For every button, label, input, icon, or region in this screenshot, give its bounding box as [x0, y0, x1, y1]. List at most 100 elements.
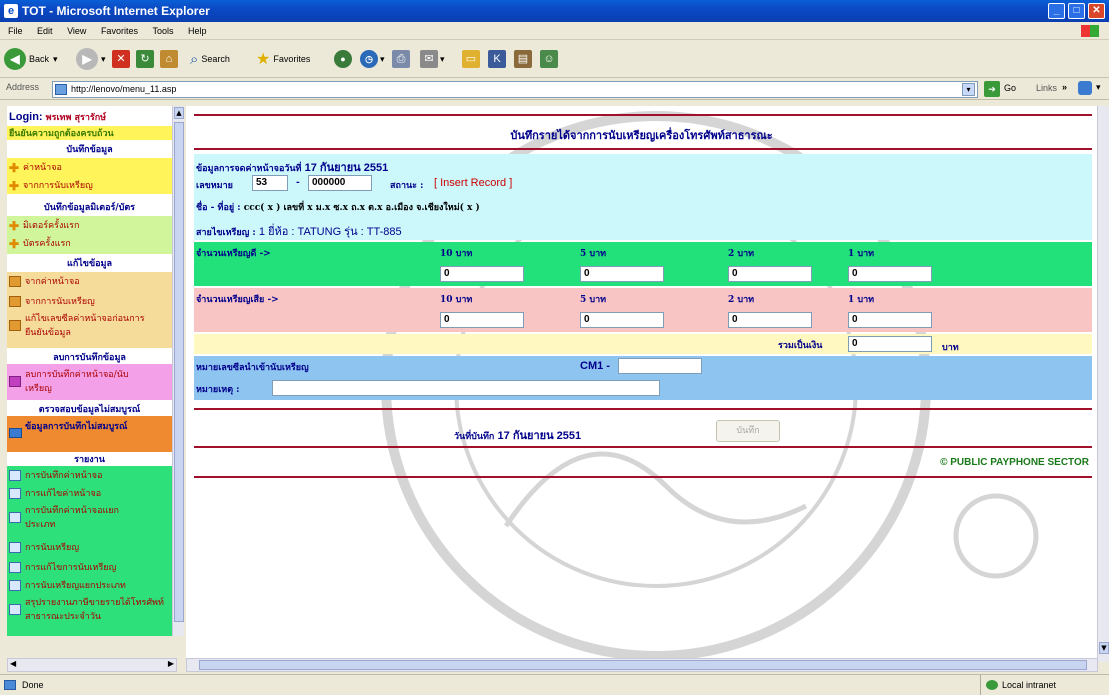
links-button[interactable]: Links [1036, 83, 1057, 93]
report-item-screen[interactable]: การบันทึกค่าหน้าจอ [7, 468, 172, 484]
zone-text: Local intranet [1002, 680, 1057, 690]
denom-5: 5 บาท [580, 249, 607, 259]
scroll-left-icon[interactable]: ◀ [10, 659, 16, 668]
menu-tools[interactable]: Tools [152, 26, 173, 36]
refresh-button[interactable]: ↻ [136, 46, 154, 72]
addon-icon[interactable] [1078, 81, 1092, 95]
printer-icon: ⎙ [392, 50, 410, 68]
sidebar-item-incomplete[interactable]: ข้อมูลการบันทึกไม่สมบูรณ์ [7, 416, 172, 452]
stop-icon: ✕ [112, 50, 130, 68]
folder-icon [9, 428, 22, 438]
search-button[interactable]: ⌕ Search [190, 46, 230, 72]
report-item-screen-type[interactable]: การบันทึกค่าหน้าจอแยกประเภท [7, 504, 137, 536]
sidebar-item-first-meter[interactable]: ✚ มิเตอร์ครั้งแรก [7, 218, 172, 234]
scroll-down-icon[interactable]: ▼ [1099, 642, 1109, 654]
plus-icon: ✚ [9, 237, 20, 251]
section-title-delete: ลบการบันทึกข้อมูล [53, 353, 126, 363]
good-1-input[interactable]: 0 [848, 266, 932, 282]
table-icon [9, 276, 21, 287]
close-button[interactable]: ✕ [1088, 3, 1105, 19]
sidebar-scrollbar[interactable]: ▲ [172, 106, 184, 636]
menu-edit[interactable]: Edit [37, 26, 53, 36]
go-arrow-icon[interactable]: ➜ [984, 81, 1000, 97]
main-hscrollbar[interactable] [186, 658, 1098, 672]
bad-10-input[interactable]: 0 [440, 312, 524, 328]
good-2-input[interactable]: 0 [728, 266, 812, 282]
cm-input[interactable] [618, 358, 702, 374]
minimize-button[interactable]: _ [1048, 3, 1065, 19]
good-10-input[interactable]: 0 [440, 266, 524, 282]
save-date-line: วันที่บันทึก 17 กันยายน 2551 [454, 430, 582, 442]
stop-button[interactable]: ✕ [112, 46, 130, 72]
menu-favorites[interactable]: Favorites [101, 26, 138, 36]
media-button[interactable]: ● [334, 46, 352, 72]
page-done-icon [4, 680, 16, 690]
scroll-up-icon[interactable]: ▲ [174, 107, 184, 119]
main-content: บันทึกรายได้จากการนับเหรียญเครื่องโทรศัพ… [186, 106, 1097, 658]
sidebar-item-edit-coins[interactable]: จากการนับเหรียญ [7, 294, 172, 310]
messenger-button[interactable]: K [488, 46, 506, 72]
confirm-link[interactable]: ยืนยันความถูกต้องครบถ้วน [7, 126, 172, 140]
sidebar-item-first-card[interactable]: ✚ บัตรครั้งแรก [7, 236, 172, 252]
footer-text: © PUBLIC PAYPHONE SECTOR [940, 457, 1089, 468]
seal-label: หมายเลขซีลนำเข้านับเหรียญ [196, 363, 309, 373]
record-info-panel: ข้อมูลการจดค่าหน้าจอวันที่ 17 กันยายน 25… [194, 154, 1092, 240]
bad-2-input[interactable]: 0 [728, 312, 812, 328]
sidebar-item-screen-value[interactable]: ✚ ค่าหน้าจอ [7, 160, 172, 176]
chevron-down-icon[interactable]: ▾ [962, 83, 975, 96]
total-label: รวมเป็นเงิน [778, 341, 823, 351]
number-prefix-input[interactable]: 53 [252, 175, 288, 191]
mail-button[interactable]: ✉ ▾ [420, 46, 445, 72]
sidebar-hscrollbar[interactable]: ◀ ▶ [7, 658, 177, 672]
go-button[interactable]: Go [1004, 83, 1016, 93]
windows-logo-icon [1081, 25, 1099, 37]
scroll-thumb[interactable] [174, 122, 184, 622]
menu-bar: File Edit View Favorites Tools Help [0, 22, 1109, 40]
menu-file[interactable]: File [8, 26, 23, 36]
folder-button[interactable]: ▭ [462, 46, 480, 72]
home-button[interactable]: ⌂ [160, 46, 178, 72]
favorites-button[interactable]: ★ Favorites [256, 46, 310, 72]
sidebar-item-delete-record[interactable]: ลบการบันทึกค่าหน้าจอ/นับเหรียญ [7, 364, 172, 400]
scroll-thumb[interactable] [199, 660, 1087, 670]
report-item-coins-type[interactable]: การนับเหรียญแยกประเภท [7, 578, 172, 594]
forward-button[interactable]: ▶ ▾ [76, 46, 106, 72]
divider [194, 408, 1092, 410]
report-item-tax-summary[interactable]: สรุปรายงานภาษีขายรายได้โทรศัพท์สาธารณะปร… [7, 596, 172, 630]
report-item-coins[interactable]: การนับเหรียญ [7, 540, 172, 556]
menu-view[interactable]: View [67, 26, 86, 36]
denom-2: 2 บาท [728, 295, 755, 305]
chevron-down-icon: ▾ [440, 53, 445, 64]
section-title-edit: แก้ไขข้อมูล [67, 259, 112, 269]
remark-input[interactable] [272, 380, 660, 396]
bad-1-input[interactable]: 0 [848, 312, 932, 328]
print-button[interactable]: ⎙ [392, 46, 410, 72]
users-button[interactable]: ☺ [540, 46, 558, 72]
chevron-down-icon[interactable]: ▾ [1096, 82, 1101, 93]
sidebar-item-edit-seal[interactable]: แก้ไขเลขซีลค่าหน้าจอก่อนการยืนยันข้อมูล [7, 312, 147, 344]
menu-help[interactable]: Help [188, 26, 207, 36]
save-button[interactable]: บันทึก [716, 420, 780, 442]
section-title-check: ตรวจสอบข้อมูลไม่สมบูรณ์ [38, 405, 141, 415]
intranet-icon [986, 680, 998, 690]
report-item-edit-screen[interactable]: การแก้ไขค่าหน้าจอ [7, 486, 172, 502]
total-input[interactable]: 0 [848, 336, 932, 352]
refresh-icon: ↻ [136, 50, 154, 68]
address-input[interactable]: http://lenovo/menu_11.asp ▾ [52, 81, 978, 98]
maximize-button[interactable]: □ [1068, 3, 1085, 19]
number-input[interactable]: 000000 [308, 175, 372, 191]
sidebar: Login: พรเทพ สุรารักษ์ ยืนยันความถูกต้อง… [7, 106, 172, 636]
research-button[interactable]: ▤ [514, 46, 532, 72]
chevron-right-icon[interactable]: » [1062, 82, 1067, 92]
history-button[interactable]: ◷ ▾ [360, 46, 385, 72]
sidebar-item-coin-count[interactable]: ✚ จากการนับเหรียญ [7, 178, 172, 194]
sidebar-item-edit-screen[interactable]: จากค่าหน้าจอ [7, 274, 172, 290]
divider [194, 476, 1092, 478]
good-5-input[interactable]: 0 [580, 266, 664, 282]
report-item-edit-coins[interactable]: การแก้ไขการนับเหรียญ [7, 560, 172, 576]
bad-5-input[interactable]: 0 [580, 312, 664, 328]
status-value: [ Insert Record ] [434, 177, 513, 189]
main-scrollbar[interactable]: ▼ [1097, 106, 1109, 662]
back-button[interactable]: ◀ Back ▾ [4, 46, 58, 72]
scroll-right-icon[interactable]: ▶ [168, 659, 174, 668]
